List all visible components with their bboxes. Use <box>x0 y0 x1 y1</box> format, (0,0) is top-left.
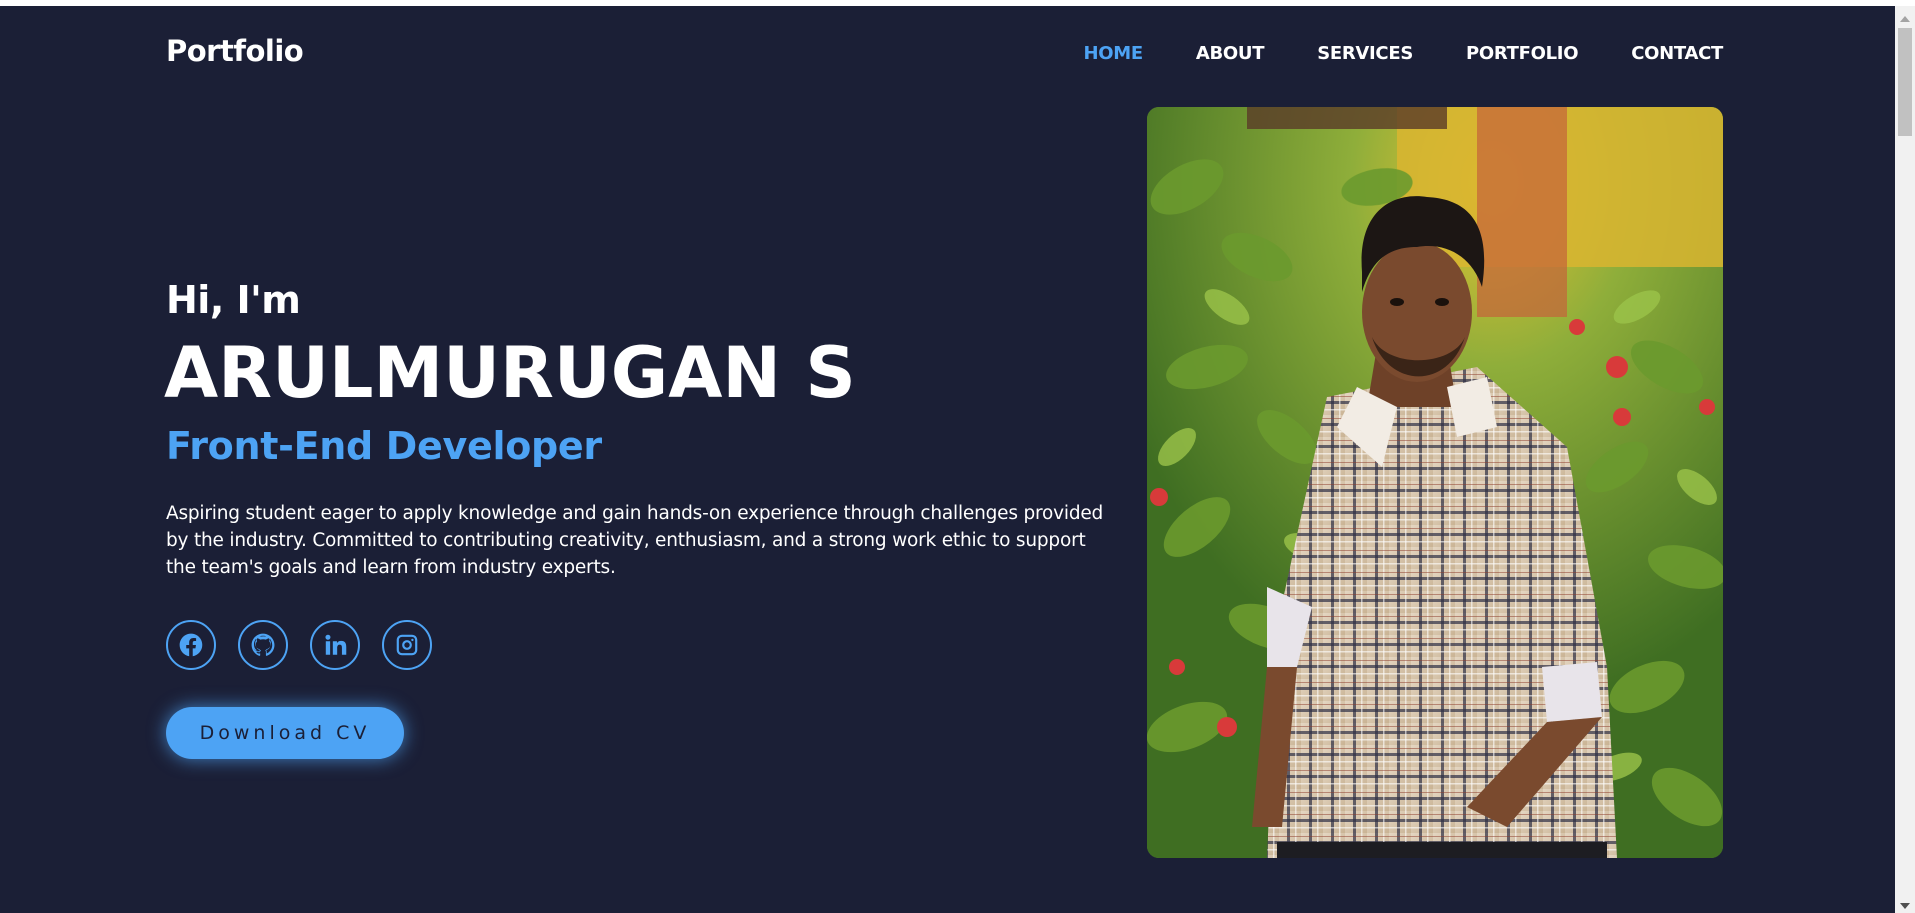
facebook-icon <box>179 633 203 657</box>
profile-photo <box>1147 107 1723 858</box>
linkedin-icon <box>325 634 347 655</box>
nav-home[interactable]: HOME <box>1083 43 1143 64</box>
scroll-thumb[interactable] <box>1898 28 1912 136</box>
linkedin-link[interactable] <box>310 620 360 670</box>
hero-greeting: Hi, I'm <box>166 278 301 322</box>
nav-services[interactable]: SERVICES <box>1317 43 1413 64</box>
main-nav: HOME ABOUT SERVICES PORTFOLIO CONTACT <box>1030 43 1723 64</box>
scroll-up-arrow-icon[interactable] <box>1900 16 1910 22</box>
social-links <box>166 620 454 670</box>
scroll-down-arrow-icon[interactable] <box>1900 903 1910 909</box>
github-icon <box>251 633 275 656</box>
hero-description: Aspiring student eager to apply knowledg… <box>166 503 1104 578</box>
nav-portfolio[interactable]: PORTFOLIO <box>1466 43 1579 64</box>
page: Portfolio HOME ABOUT SERVICES PORTFOLIO … <box>0 6 1895 913</box>
hero-role: Front-End Developer <box>166 424 602 468</box>
facebook-link[interactable] <box>166 620 216 670</box>
instagram-link[interactable] <box>382 620 432 670</box>
instagram-icon <box>396 634 418 656</box>
nav-contact[interactable]: CONTACT <box>1631 43 1723 64</box>
github-link[interactable] <box>238 620 288 670</box>
brand-logo[interactable]: Portfolio <box>166 34 304 68</box>
vertical-scrollbar[interactable] <box>1895 6 1915 913</box>
download-cv-button[interactable]: Download CV <box>166 707 404 759</box>
hero-name: ARULMURUGAN S <box>164 332 856 414</box>
nav-about[interactable]: ABOUT <box>1196 43 1265 64</box>
